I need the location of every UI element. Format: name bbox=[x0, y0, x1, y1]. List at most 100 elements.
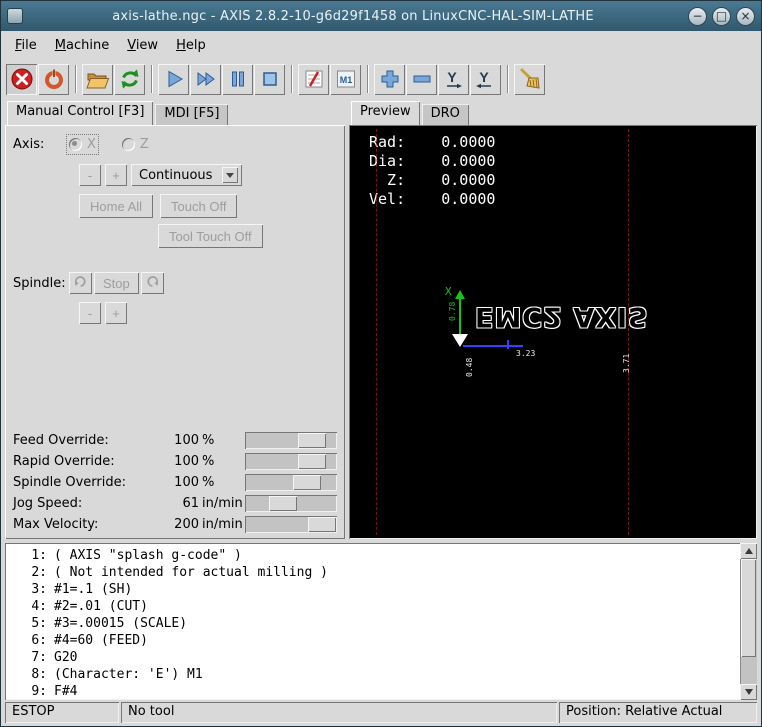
scrollbar-thumb[interactable] bbox=[741, 559, 756, 657]
zoom-out-button[interactable] bbox=[406, 64, 437, 95]
toolbar: M1 Y Y bbox=[1, 60, 761, 98]
gcode-line[interactable]: 3:#1=.1 (SH) bbox=[5, 581, 739, 598]
gcode-line-number: 1: bbox=[5, 547, 47, 564]
spindle-forward-button[interactable] bbox=[141, 272, 164, 294]
gcode-line-number: 3: bbox=[5, 581, 47, 598]
spindle-override-slider[interactable] bbox=[245, 474, 337, 491]
maximize-button[interactable]: □ bbox=[712, 7, 731, 26]
gcode-line-number: 2: bbox=[5, 564, 47, 581]
arrow-up-icon bbox=[745, 548, 753, 554]
soft-limit-line-left bbox=[376, 129, 377, 535]
clear-plot-button[interactable] bbox=[514, 64, 545, 95]
window-menu-icon[interactable] bbox=[7, 8, 23, 24]
machine-power-button[interactable] bbox=[38, 64, 69, 95]
tab-manual-control[interactable]: Manual Control [F3] bbox=[7, 101, 153, 125]
max-velocity-handle[interactable] bbox=[308, 517, 336, 532]
toolbar-separator bbox=[507, 65, 509, 93]
minimize-button[interactable]: − bbox=[688, 7, 707, 26]
zoom-in-button[interactable] bbox=[374, 64, 405, 95]
scroll-down-button[interactable] bbox=[740, 684, 757, 700]
estop-icon bbox=[10, 67, 34, 91]
rapid-override-handle[interactable] bbox=[298, 454, 326, 469]
estop-button[interactable] bbox=[6, 64, 37, 95]
pause-button[interactable] bbox=[222, 64, 253, 95]
reload-icon bbox=[118, 67, 142, 91]
feed-override-handle[interactable] bbox=[298, 433, 326, 448]
spindle-minus-button[interactable]: - bbox=[79, 302, 101, 324]
feed-override-label: Feed Override: bbox=[13, 433, 157, 448]
axis-z-radio[interactable] bbox=[122, 138, 135, 151]
jog-speed-handle[interactable] bbox=[269, 496, 297, 511]
axis-z-radio-group[interactable]: Z bbox=[122, 137, 149, 152]
gcode-line-text: #3=.00015 (SCALE) bbox=[47, 615, 187, 632]
zoom-out-icon bbox=[410, 67, 434, 91]
spindle-ccw-icon bbox=[73, 274, 88, 289]
gcode-line[interactable]: 4:#2=.01 (CUT) bbox=[5, 598, 739, 615]
status-position: Position: Relative Actual bbox=[559, 702, 757, 723]
jog-mode-combobox[interactable]: Continuous bbox=[131, 164, 242, 186]
combo-arrow-button[interactable] bbox=[222, 167, 238, 183]
spindle-override-row: Spindle Override: 100 % bbox=[13, 472, 337, 493]
menu-view[interactable]: View bbox=[118, 33, 167, 58]
rapid-override-label: Rapid Override: bbox=[13, 454, 157, 469]
spindle-override-label: Spindle Override: bbox=[13, 475, 157, 490]
open-file-button[interactable] bbox=[82, 64, 113, 95]
feed-override-slider[interactable] bbox=[245, 432, 337, 449]
toggle-skip-lines-button[interactable] bbox=[298, 64, 329, 95]
gcode-line[interactable]: 6:#4=60 (FEED) bbox=[5, 632, 739, 649]
titlebar[interactable]: axis-lathe.ngc - AXIS 2.8.2-10-g6d29f145… bbox=[1, 1, 761, 31]
window-title: axis-lathe.ngc - AXIS 2.8.2-10-g6d29f145… bbox=[23, 9, 683, 24]
gcode-scrollbar[interactable] bbox=[740, 543, 757, 700]
soft-limit-line-right bbox=[628, 129, 629, 535]
rapid-override-slider[interactable] bbox=[245, 453, 337, 470]
main-area: Manual Control [F3] MDI [F5] Axis: X Z bbox=[1, 98, 761, 541]
spindle-override-handle[interactable] bbox=[293, 475, 321, 490]
axis-x-radio[interactable] bbox=[69, 138, 82, 151]
gcode-line[interactable]: 2:( Not intended for actual milling ) bbox=[5, 564, 739, 581]
max-velocity-slider[interactable] bbox=[245, 516, 337, 533]
touch-off-button[interactable]: Touch Off bbox=[160, 194, 237, 218]
tab-dro[interactable]: DRO bbox=[422, 104, 469, 125]
stop-button[interactable] bbox=[254, 64, 285, 95]
scrollbar-trough[interactable] bbox=[740, 559, 757, 684]
max-velocity-value: 200 bbox=[157, 517, 199, 532]
gcode-line-text: ( AXIS "splash g-code" ) bbox=[47, 547, 242, 564]
toolbar-separator bbox=[367, 65, 369, 93]
preview-canvas[interactable]: Rad: 0.0000Dia: 0.0000 Z: 0.0000Vel: 0.0… bbox=[349, 125, 757, 539]
gcode-line[interactable]: 7:G20 bbox=[5, 649, 739, 666]
run-button[interactable] bbox=[158, 64, 189, 95]
gcode-line[interactable]: 5:#3=.00015 (SCALE) bbox=[5, 615, 739, 632]
view-y-button[interactable]: Y bbox=[438, 64, 469, 95]
jog-mode-value: Continuous bbox=[139, 168, 212, 183]
scroll-up-button[interactable] bbox=[740, 543, 757, 559]
close-button[interactable]: × bbox=[736, 7, 755, 26]
gcode-line[interactable]: 9:F#4 bbox=[5, 683, 739, 700]
spindle-override-value: 100 bbox=[157, 475, 199, 490]
view-y2-button[interactable]: Y bbox=[470, 64, 501, 95]
tab-preview[interactable]: Preview bbox=[351, 101, 420, 125]
tool-touch-off-button[interactable]: Tool Touch Off bbox=[158, 224, 263, 248]
left-tabs: Manual Control [F3] MDI [F5] bbox=[5, 100, 345, 125]
jog-minus-button[interactable]: - bbox=[79, 164, 101, 186]
menu-help[interactable]: Help bbox=[167, 33, 215, 58]
toggle-optional-pause-button[interactable]: M1 bbox=[330, 64, 361, 95]
reload-file-button[interactable] bbox=[114, 64, 145, 95]
spindle-stop-button[interactable]: Stop bbox=[94, 272, 139, 294]
gcode-listing[interactable]: 1:( AXIS "splash g-code" ) 2:( Not inten… bbox=[5, 543, 757, 700]
tab-mdi[interactable]: MDI [F5] bbox=[155, 104, 228, 125]
spindle-plus-button[interactable]: + bbox=[105, 302, 127, 324]
jog-plus-button[interactable]: + bbox=[105, 164, 127, 186]
rapid-override-value: 100 bbox=[157, 454, 199, 469]
gcode-line[interactable]: 1:( AXIS "splash g-code" ) bbox=[5, 547, 739, 564]
menu-machine[interactable]: Machine bbox=[46, 33, 118, 58]
home-all-button[interactable]: Home All bbox=[79, 194, 153, 218]
jog-speed-slider[interactable] bbox=[245, 495, 337, 512]
z-axis-line bbox=[463, 345, 523, 347]
gcode-line[interactable]: 8:(Character: 'E') M1 bbox=[5, 666, 739, 683]
step-button[interactable] bbox=[190, 64, 221, 95]
m1-label: M1 bbox=[339, 75, 352, 85]
spindle-reverse-button[interactable] bbox=[69, 272, 92, 294]
menu-file[interactable]: File bbox=[6, 33, 46, 58]
axis-x-radio-group[interactable]: X bbox=[69, 137, 96, 152]
spindle-label: Spindle: bbox=[13, 276, 69, 291]
